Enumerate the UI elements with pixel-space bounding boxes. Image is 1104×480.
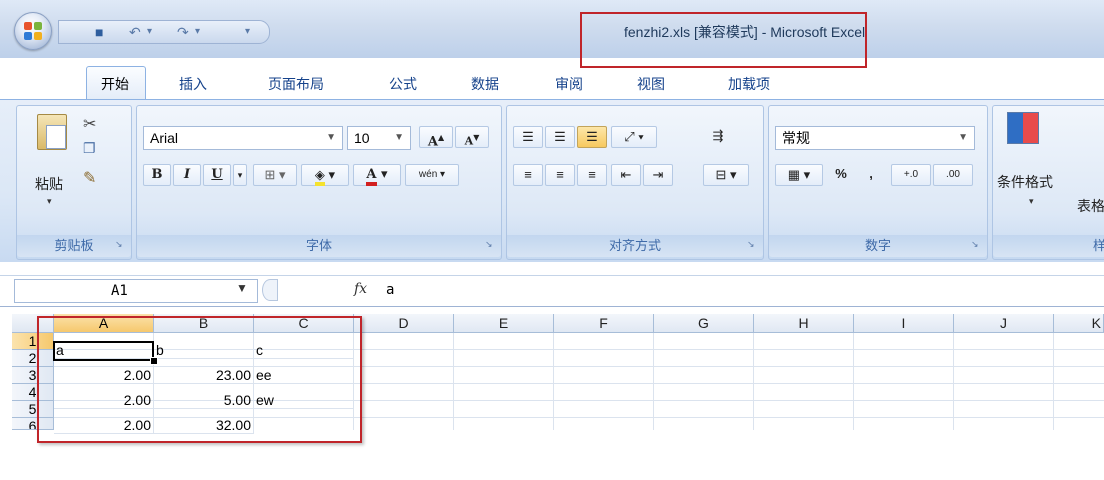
tab-formulas[interactable]: 公式 xyxy=(378,72,428,96)
percent-button[interactable]: % xyxy=(827,164,855,186)
shrink-font-button[interactable]: A▼ xyxy=(455,126,489,148)
styles-group: 条件格式 ▾ 表格 样 xyxy=(992,105,1104,260)
office-logo-icon xyxy=(24,22,42,40)
redo-icon[interactable]: ↷ xyxy=(177,23,189,41)
increase-indent-button[interactable]: ⇥ xyxy=(643,164,673,186)
paste-icon[interactable] xyxy=(37,114,67,150)
number-format-value: 常规 xyxy=(782,130,810,146)
fill-color-icon: ◈ xyxy=(314,167,325,186)
font-name-value: Arial xyxy=(150,130,179,146)
customize-qat-icon[interactable]: ▾ xyxy=(245,23,250,41)
number-format-combo[interactable]: 常规 ▼ xyxy=(775,126,975,150)
styles-group-label: 样 xyxy=(993,235,1104,257)
decrease-decimal-button[interactable]: .00 xyxy=(933,164,973,186)
conditional-format-dropdown-icon[interactable]: ▾ xyxy=(1029,196,1034,207)
column-header-f[interactable]: F xyxy=(554,314,654,333)
phonetic-icon: wén xyxy=(418,169,438,180)
column-header-j[interactable]: J xyxy=(954,314,1054,333)
column-header-k[interactable]: K xyxy=(1054,314,1104,333)
insert-function-icon[interactable]: fx xyxy=(354,281,367,297)
phonetic-button[interactable]: wén ▾ xyxy=(405,164,459,186)
font-group: Arial ▼ 10 ▼ A▲ A▼ B I U ▾ ⊞ ▾ ◈ ▾ A ▾ w… xyxy=(136,105,502,260)
title-highlight-box xyxy=(580,12,867,68)
tab-insert[interactable]: 插入 xyxy=(168,72,218,96)
align-bottom-button[interactable]: ☰ xyxy=(577,126,607,148)
alignment-launcher-icon[interactable]: ↘ xyxy=(747,239,757,249)
tab-home[interactable]: 开始 xyxy=(86,72,144,96)
font-size-value: 10 xyxy=(354,130,370,146)
font-launcher-icon[interactable]: ↘ xyxy=(485,239,495,249)
column-header-e[interactable]: E xyxy=(454,314,554,333)
align-top-button[interactable]: ☰ xyxy=(513,126,543,148)
fill-color-button[interactable]: ◈ ▾ xyxy=(301,164,349,186)
wrap-text-button[interactable]: ⇶ xyxy=(703,126,733,148)
format-painter-icon[interactable]: ✎ xyxy=(83,168,96,188)
formula-bar-resize-icon[interactable] xyxy=(262,279,278,301)
grow-font-button[interactable]: A▲ xyxy=(419,126,453,149)
paste-label[interactable]: 粘贴 xyxy=(35,174,63,194)
alignment-group: ☰ ☰ ☰ ⤢ ▾ ⇶ ≡ ≡ ≡ ⇤ ⇥ ⊟ ▾ 对齐方式 ↘ xyxy=(506,105,764,260)
increase-decimal-button[interactable]: +.0 xyxy=(891,164,931,186)
font-group-label: 字体 xyxy=(137,235,501,257)
font-size-combo[interactable]: 10 ▼ xyxy=(347,126,411,150)
orientation-button[interactable]: ⤢ ▾ xyxy=(611,126,657,148)
font-color-button[interactable]: A ▾ xyxy=(353,164,401,186)
align-right-button[interactable]: ≡ xyxy=(577,164,607,186)
accounting-format-button[interactable]: ▦ ▾ xyxy=(775,164,823,186)
font-name-combo[interactable]: Arial ▼ xyxy=(143,126,343,150)
tab-page-layout[interactable]: 页面布局 xyxy=(256,72,336,96)
merge-center-button[interactable]: ⊟ ▾ xyxy=(703,164,749,186)
number-group-label: 数字 xyxy=(769,235,987,257)
data-highlight-box xyxy=(37,316,362,443)
decrease-indent-button[interactable]: ⇤ xyxy=(611,164,641,186)
align-center-button[interactable]: ≡ xyxy=(545,164,575,186)
redo-dropdown-icon[interactable]: ▾ xyxy=(195,23,200,41)
quick-access-toolbar: ■ ↶ ▾ ↷ ▾ ▾ xyxy=(58,20,270,44)
font-name-dropdown-icon[interactable]: ▼ xyxy=(326,127,336,149)
align-left-button[interactable]: ≡ xyxy=(513,164,543,186)
alignment-group-label: 对齐方式 xyxy=(507,235,763,257)
align-middle-button[interactable]: ☰ xyxy=(545,126,575,148)
comma-button[interactable]: , xyxy=(857,164,885,186)
formula-input[interactable]: a xyxy=(386,279,394,301)
undo-icon[interactable]: ↶ xyxy=(129,23,141,41)
column-header-h[interactable]: H xyxy=(754,314,854,333)
conditional-format-label[interactable]: 条件格式 xyxy=(997,172,1053,192)
copy-icon[interactable]: ❐ xyxy=(83,140,96,157)
clipboard-group-label: 剪贴板 xyxy=(17,235,131,257)
tab-review[interactable]: 审阅 xyxy=(544,72,594,96)
number-format-dropdown-icon[interactable]: ▼ xyxy=(958,127,968,149)
format-as-table-label[interactable]: 表格 xyxy=(1077,196,1104,216)
number-group: 常规 ▼ ▦ ▾ % , +.0 .00 数字 ↘ xyxy=(768,105,988,260)
number-launcher-icon[interactable]: ↘ xyxy=(971,239,981,249)
bold-button[interactable]: B xyxy=(143,164,171,186)
column-header-g[interactable]: G xyxy=(654,314,754,333)
tab-view[interactable]: 视图 xyxy=(626,72,676,96)
underline-dropdown-icon[interactable]: ▾ xyxy=(233,164,247,186)
name-box[interactable]: A1 xyxy=(14,279,258,303)
name-box-dropdown-icon[interactable]: ▼ xyxy=(236,281,248,295)
font-size-dropdown-icon[interactable]: ▼ xyxy=(394,127,404,149)
clipboard-group: 粘贴 ▾ ✂ ❐ ✎ 剪贴板 ↘ xyxy=(16,105,132,260)
borders-button[interactable]: ⊞ ▾ xyxy=(253,164,297,186)
clipboard-launcher-icon[interactable]: ↘ xyxy=(115,239,125,249)
tab-data[interactable]: 数据 xyxy=(460,72,510,96)
conditional-format-icon[interactable] xyxy=(1007,112,1039,144)
office-button[interactable] xyxy=(14,12,52,50)
column-header-i[interactable]: I xyxy=(854,314,954,333)
save-icon[interactable]: ■ xyxy=(95,23,103,41)
cut-icon[interactable]: ✂ xyxy=(83,114,96,134)
undo-dropdown-icon[interactable]: ▾ xyxy=(147,23,152,41)
paste-dropdown-icon[interactable]: ▾ xyxy=(47,196,52,207)
font-color-icon: A xyxy=(366,167,377,186)
underline-button[interactable]: U xyxy=(203,164,231,186)
column-header-d[interactable]: D xyxy=(354,314,454,333)
italic-button[interactable]: I xyxy=(173,164,201,186)
tab-addins[interactable]: 加载项 xyxy=(718,72,780,96)
